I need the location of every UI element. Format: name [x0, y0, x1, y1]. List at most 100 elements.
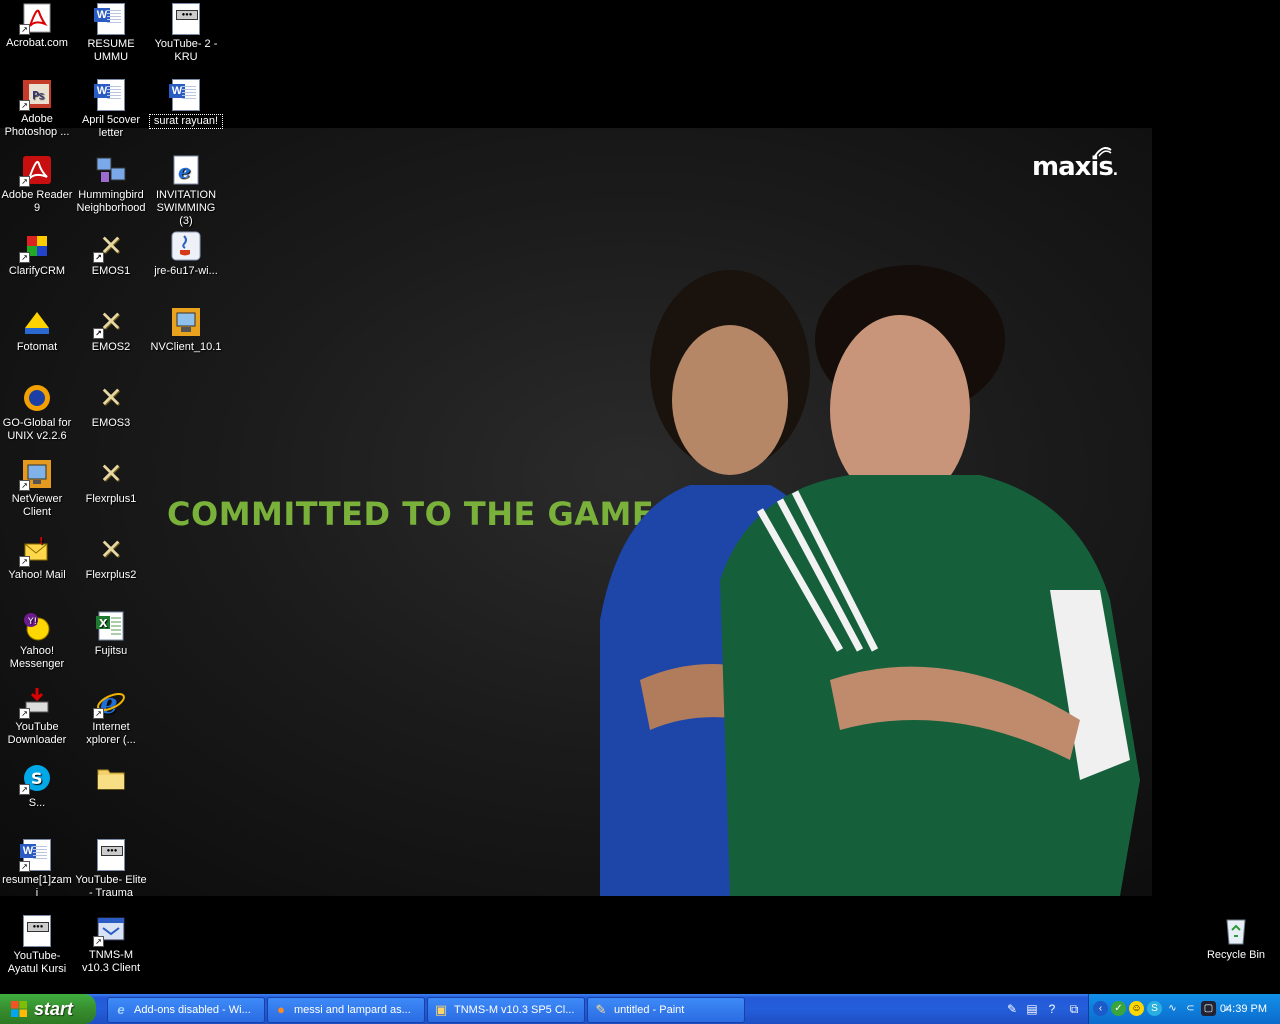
desktop-icon-flexrplus1[interactable]: ✕ Flexrplus1 — [74, 458, 148, 506]
desktop-icon-emos3[interactable]: ✕ EMOS3 — [74, 382, 148, 430]
desktop-icon-emos2[interactable]: ✕ ↗ EMOS2 — [74, 306, 148, 354]
desktop-icon-label: YouTube Downloader — [7, 721, 67, 746]
taskbar-toolbar: ✎ ▤ ? ⧉ — [1002, 994, 1086, 1024]
desktop-icon-label: April 5cover letter — [81, 114, 141, 139]
taskbar-item-internet-explorer[interactable]: e Add-ons disabled - Wi... — [107, 997, 265, 1023]
desktop-icon-fujitsu[interactable]: X Fujitsu — [74, 610, 148, 658]
desktop-icon-label: TNMS-M v10.3 Client — [81, 949, 141, 974]
desktop-icon-clarifycrm[interactable]: ↗ ClarifyCRM — [0, 230, 74, 278]
desktop-icon-label: ClarifyCRM — [8, 265, 66, 277]
taskbar-item-label: untitled - Paint — [614, 1004, 685, 1016]
start-label: start — [34, 999, 74, 1019]
desktop-icon-fotomat[interactable]: Fotomat — [0, 306, 74, 354]
taskbar-item-firefox[interactable]: ● messi and lampard as... — [267, 997, 425, 1023]
desktop-icon-label: Internet xplorer (... — [86, 721, 136, 746]
desktop-icon-nvclient[interactable]: NVClient_10.1 — [149, 306, 223, 354]
desktop-icon-hummingbird-neighborhood[interactable]: Hummingbird Neighborhood — [74, 154, 148, 215]
word-doc-icon: W — [169, 79, 202, 111]
exceed-x-icon: ✕ — [99, 458, 123, 489]
desktop-icon-label: YouTube- Ayatul Kursi — [7, 950, 67, 975]
skype-tray-icon[interactable]: S — [1147, 1001, 1162, 1016]
java-icon — [170, 230, 202, 262]
desktop-icon-surat-rayuan[interactable]: W surat rayuan! — [149, 78, 223, 129]
tnms-icon: ▣ — [434, 1002, 448, 1017]
desktop-icon-adobe-reader[interactable]: ↗ Adobe Reader 9 — [0, 154, 74, 215]
exceed-x-icon: ✕ ↗ — [93, 230, 127, 263]
restore-windows-icon[interactable]: ⧉ — [1066, 1001, 1082, 1017]
network-icon[interactable]: ⊂ — [1183, 1001, 1198, 1016]
desktop-icon-recycle-bin[interactable]: Recycle Bin — [1199, 914, 1273, 962]
svg-text:!: ! — [39, 536, 44, 547]
antivirus-icon[interactable]: ✓ — [1111, 1001, 1126, 1016]
desktop-icon-invitation-swimming[interactable]: e INVITATION SWIMMING (3) — [149, 154, 223, 228]
desktop-icon-go-global[interactable]: GO-Global for UNIX v2.2.6 — [0, 382, 74, 443]
exceed-x-icon: ✕ ↗ — [93, 306, 127, 339]
desktop-icon-youtube-elite-trauma[interactable]: ●●● YouTube- Elite - Trauma — [74, 838, 148, 900]
desktop-icon-label: Hummingbird Neighborhood — [76, 189, 146, 214]
desktop-icon-label: Flexrplus2 — [85, 569, 137, 581]
desktop-icon-label: YouTube- Elite - Trauma — [75, 874, 147, 899]
fotomat-icon — [21, 306, 53, 338]
desktop-icon-april-cover-letter[interactable]: W April 5cover letter — [74, 78, 148, 140]
help-icon[interactable]: ? — [1044, 1001, 1060, 1017]
desktop-icon-label: RESUME UMMU — [87, 38, 135, 63]
desktop-icon-youtube-2-kru[interactable]: ●●● YouTube- 2 - KRU — [149, 2, 223, 64]
desktop-icon-jre-installer[interactable]: jre-6u17-wi... — [149, 230, 223, 278]
maxis-swoosh-icon — [1094, 147, 1112, 157]
tnms-icon: ↗ — [93, 914, 127, 947]
taskbar-item-tnms[interactable]: ▣ TNMS-M v10.3 SP5 Cl... — [427, 997, 585, 1023]
desktop-icon-yahoo-mail[interactable]: ! ↗ Yahoo! Mail — [0, 534, 74, 582]
desktop-icon-emos1[interactable]: ✕ ↗ EMOS1 — [74, 230, 148, 278]
word-doc-icon: W ↗ — [19, 839, 53, 872]
taskbar-item-paint[interactable]: ✎ untitled - Paint — [587, 997, 745, 1023]
desktop-icon-adobe-photoshop[interactable]: Ps ↗ Adobe Photoshop ... — [0, 78, 74, 139]
desktop-icon-label: NVClient_10.1 — [150, 341, 222, 353]
desktop-icon-netviewer-client[interactable]: ↗ NetViewer Client — [0, 458, 74, 519]
desktop-icon-resume-ummu[interactable]: W RESUME UMMU — [74, 2, 148, 64]
web-page-icon: ●●● — [95, 839, 127, 871]
desktop-icon-label: Fujitsu — [94, 645, 128, 657]
windows-logo-icon — [11, 1001, 27, 1017]
tray-expand-icon[interactable]: ‹ — [1093, 1001, 1108, 1016]
desktop-icon-resume-zami[interactable]: W ↗ resume[1]zami — [0, 838, 74, 900]
firefox-icon: ● — [277, 1002, 285, 1017]
internet-explorer-icon: e — [117, 1002, 125, 1017]
nvclient-icon — [170, 306, 202, 338]
audio-wave-icon[interactable]: ∿ — [1165, 1001, 1180, 1016]
desktop-icon-label: NetViewer Client — [11, 493, 63, 518]
desktop-icon-yahoo-messenger[interactable]: Y! Yahoo! Messenger — [0, 610, 74, 671]
desktop-icon-youtube-downloader[interactable]: ↗ YouTube Downloader — [0, 686, 74, 747]
svg-text:Y!: Y! — [27, 617, 37, 627]
web-page-icon: ●●● — [21, 915, 53, 947]
start-button[interactable]: start — [0, 994, 96, 1024]
desktop-icon-skype[interactable]: S ↗ S... — [0, 762, 74, 810]
desktop-icon-tnms-client[interactable]: ↗ TNMS-M v10.3 Client — [74, 914, 148, 975]
taskbar-item-label: TNMS-M v10.3 SP5 Cl... — [454, 1004, 575, 1016]
exceed-x-icon: ✕ — [99, 534, 123, 565]
desktop-icon-label: resume[1]zami — [2, 874, 72, 899]
internet-explorer-icon: e ↗ — [93, 686, 127, 720]
system-tray: ‹ ✓ ☺ S ∿ ⊂ ▢ ♪ 04:39 PM — [1088, 994, 1280, 1024]
recycle-bin-icon — [1220, 914, 1252, 946]
display-icon[interactable]: ▢ — [1201, 1001, 1216, 1016]
desktop-icon-label: jre-6u17-wi... — [154, 265, 218, 277]
pen-tool-icon[interactable]: ✎ — [1004, 1001, 1020, 1017]
taskbar-clock[interactable]: 04:39 PM — [1220, 994, 1267, 1024]
maxis-logo-dot: . — [1112, 163, 1118, 179]
desktop-icon-label: S... — [28, 797, 46, 809]
web-page-icon: ●●● — [170, 3, 202, 35]
desktop-icon-folder[interactable] — [74, 762, 148, 797]
desktop-icon-youtube-ayatul-kursi[interactable]: ●●● YouTube- Ayatul Kursi — [0, 914, 74, 976]
desktop-icon-label: Yahoo! Messenger — [9, 645, 65, 670]
desktop-icon-label: Fotomat — [16, 341, 58, 353]
netviewer-icon: ↗ — [19, 458, 53, 491]
svg-text:Ps: Ps — [32, 89, 44, 102]
desktop-icon-label: GO-Global for UNIX v2.2.6 — [2, 417, 72, 442]
messenger-tray-icon[interactable]: ☺ — [1129, 1001, 1144, 1016]
desktop-icon-acrobat-com[interactable]: ↗ Acrobat.com — [0, 2, 74, 50]
desktop-icon-label: Adobe Photoshop ... — [4, 113, 70, 138]
desktop-icon-label: EMOS2 — [91, 341, 131, 353]
desktop-icon-flexrplus2[interactable]: ✕ Flexrplus2 — [74, 534, 148, 582]
chat-icon[interactable]: ▤ — [1024, 1001, 1040, 1017]
desktop-icon-internet-explorer[interactable]: e ↗ Internet xplorer (... — [74, 686, 148, 747]
